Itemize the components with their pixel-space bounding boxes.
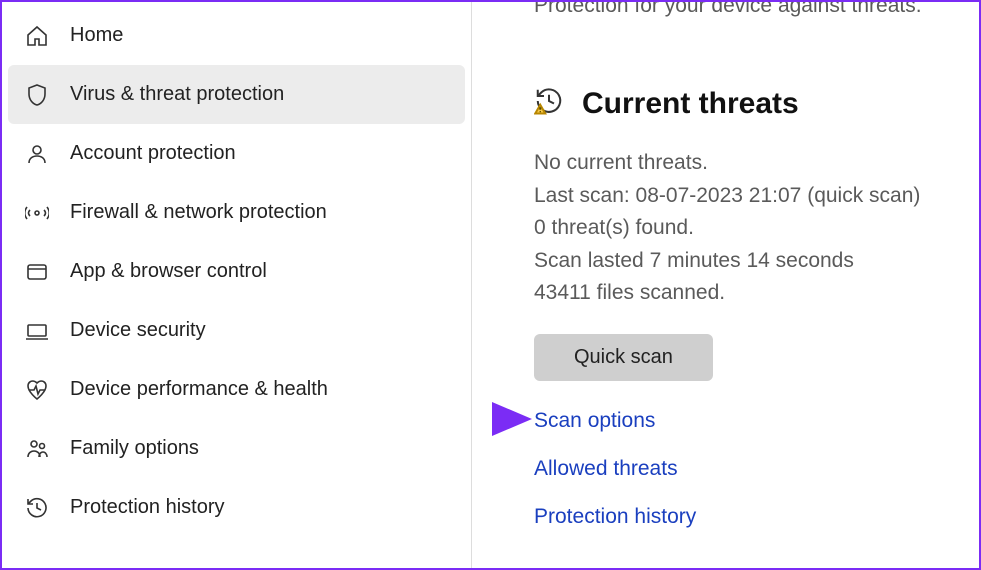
sidebar-item-label: Family options: [70, 437, 199, 460]
quick-scan-button[interactable]: Quick scan: [534, 334, 713, 381]
sidebar-item-virus-threat[interactable]: Virus & threat protection: [8, 65, 465, 124]
sidebar-item-performance[interactable]: Device performance & health: [2, 360, 471, 419]
sidebar-item-device-security[interactable]: Device security: [2, 301, 471, 360]
sidebar-item-family[interactable]: Family options: [2, 419, 471, 478]
sidebar-item-label: Firewall & network protection: [70, 201, 327, 224]
status-threats-found: 0 threat(s) found.: [534, 212, 979, 245]
network-icon: [24, 200, 50, 226]
sidebar-item-home[interactable]: Home: [2, 6, 471, 65]
sidebar-item-firewall[interactable]: Firewall & network protection: [2, 183, 471, 242]
sidebar: Home Virus & threat protection Account p…: [2, 2, 472, 568]
app-icon: [24, 259, 50, 285]
status-duration: Scan lasted 7 minutes 14 seconds: [534, 245, 979, 278]
shield-icon: [24, 82, 50, 108]
sidebar-item-protection-history[interactable]: Protection history: [2, 478, 471, 537]
home-icon: [24, 23, 50, 49]
status-no-threats: No current threats.: [534, 147, 979, 180]
sidebar-item-label: Protection history: [70, 496, 225, 519]
family-icon: [24, 436, 50, 462]
sidebar-item-label: Device performance & health: [70, 378, 328, 401]
threat-status: No current threats. Last scan: 08-07-202…: [534, 147, 979, 310]
sidebar-item-label: Account protection: [70, 142, 236, 165]
status-files-scanned: 43411 files scanned.: [534, 277, 979, 310]
device-icon: [24, 318, 50, 344]
account-icon: [24, 141, 50, 167]
sidebar-item-label: Home: [70, 24, 123, 47]
sidebar-item-account[interactable]: Account protection: [2, 124, 471, 183]
allowed-threats-link[interactable]: Allowed threats: [534, 457, 979, 481]
main-content: Protection for your device against threa…: [472, 2, 979, 568]
sidebar-item-label: Virus & threat protection: [70, 83, 284, 106]
sidebar-item-app-browser[interactable]: App & browser control: [2, 242, 471, 301]
status-last-scan: Last scan: 08-07-2023 21:07 (quick scan): [534, 180, 979, 213]
heart-pulse-icon: [24, 377, 50, 403]
protection-history-link[interactable]: Protection history: [534, 505, 979, 529]
history-warning-icon: [534, 86, 564, 121]
windows-security-window: Home Virus & threat protection Account p…: [0, 0, 981, 570]
current-threats-section: Current threats No current threats. Last…: [534, 86, 979, 529]
sidebar-item-label: Device security: [70, 319, 206, 342]
links-group: Scan options Allowed threats Protection …: [534, 409, 979, 529]
history-icon: [24, 495, 50, 521]
sidebar-item-label: App & browser control: [70, 260, 267, 283]
section-header: Current threats: [534, 86, 979, 121]
partial-description: Protection for your device against threa…: [534, 0, 979, 18]
scan-options-link[interactable]: Scan options: [534, 409, 979, 433]
section-title: Current threats: [582, 87, 799, 121]
